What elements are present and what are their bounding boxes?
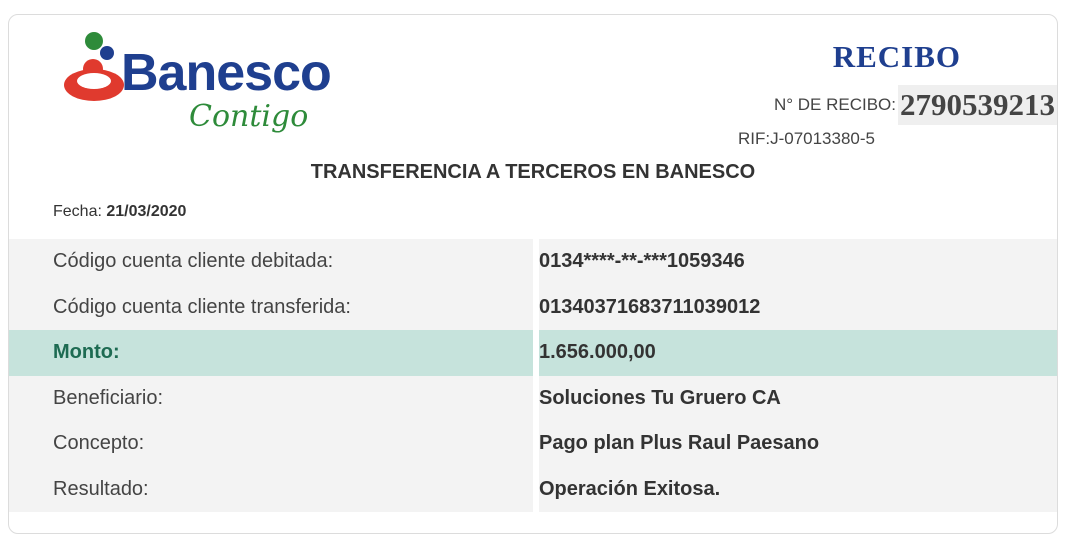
table-row: Código cuenta cliente transferida: 01340… bbox=[9, 284, 1057, 330]
row-label: Código cuenta cliente transferida: bbox=[9, 284, 533, 330]
receipt-card: Banesco Contigo RECIBO N° DE RECIBO: 279… bbox=[8, 14, 1058, 534]
row-value: Soluciones Tu Gruero CA bbox=[539, 375, 1057, 421]
document-title: TRANSFERENCIA A TERCEROS EN BANESCO bbox=[310, 161, 756, 183]
row-label: Beneficiario: bbox=[9, 375, 533, 421]
date-label: Fecha: bbox=[53, 203, 107, 220]
table-row-amount: Monto: 1.656.000,00 bbox=[9, 330, 1057, 376]
row-value: Pago plan Plus Raul Paesano bbox=[539, 421, 1057, 467]
row-label: Concepto: bbox=[9, 421, 533, 467]
logo-tagline: Contigo bbox=[189, 99, 309, 134]
details-table: Código cuenta cliente debitada: 0134****… bbox=[9, 239, 1057, 512]
row-label: Monto: bbox=[9, 330, 533, 376]
date-line: Fecha: 21/03/2020 bbox=[53, 203, 186, 221]
receipt-title: RECIBO bbox=[832, 39, 961, 74]
banesco-logo: Banesco Contigo bbox=[61, 31, 361, 151]
row-value: Operación Exitosa. bbox=[539, 466, 1057, 512]
logo-wordmark: Banesco bbox=[121, 44, 332, 102]
table-row: Beneficiario: Soluciones Tu Gruero CA bbox=[9, 375, 1057, 421]
date-value: 21/03/2020 bbox=[106, 203, 187, 220]
row-label: Código cuenta cliente debitada: bbox=[9, 239, 533, 285]
row-value: 01340371683711039012 bbox=[539, 284, 1057, 330]
row-label: Resultado: bbox=[9, 466, 533, 512]
receipt-number-label: N° DE RECIBO: bbox=[773, 95, 896, 114]
table-row: Concepto: Pago plan Plus Raul Paesano bbox=[9, 421, 1057, 467]
receipt-number: 2790539213 bbox=[898, 85, 1057, 125]
rif-text: RIF:J-07013380-5 bbox=[737, 129, 875, 148]
row-value: 1.656.000,00 bbox=[539, 330, 1057, 376]
table-row: Resultado: Operación Exitosa. bbox=[9, 466, 1057, 512]
row-value: 0134****-**-***1059346 bbox=[539, 239, 1057, 285]
table-row: Código cuenta cliente debitada: 0134****… bbox=[9, 239, 1057, 285]
receipt-number-row: N° DE RECIBO: 2790539213 bbox=[774, 85, 1057, 125]
